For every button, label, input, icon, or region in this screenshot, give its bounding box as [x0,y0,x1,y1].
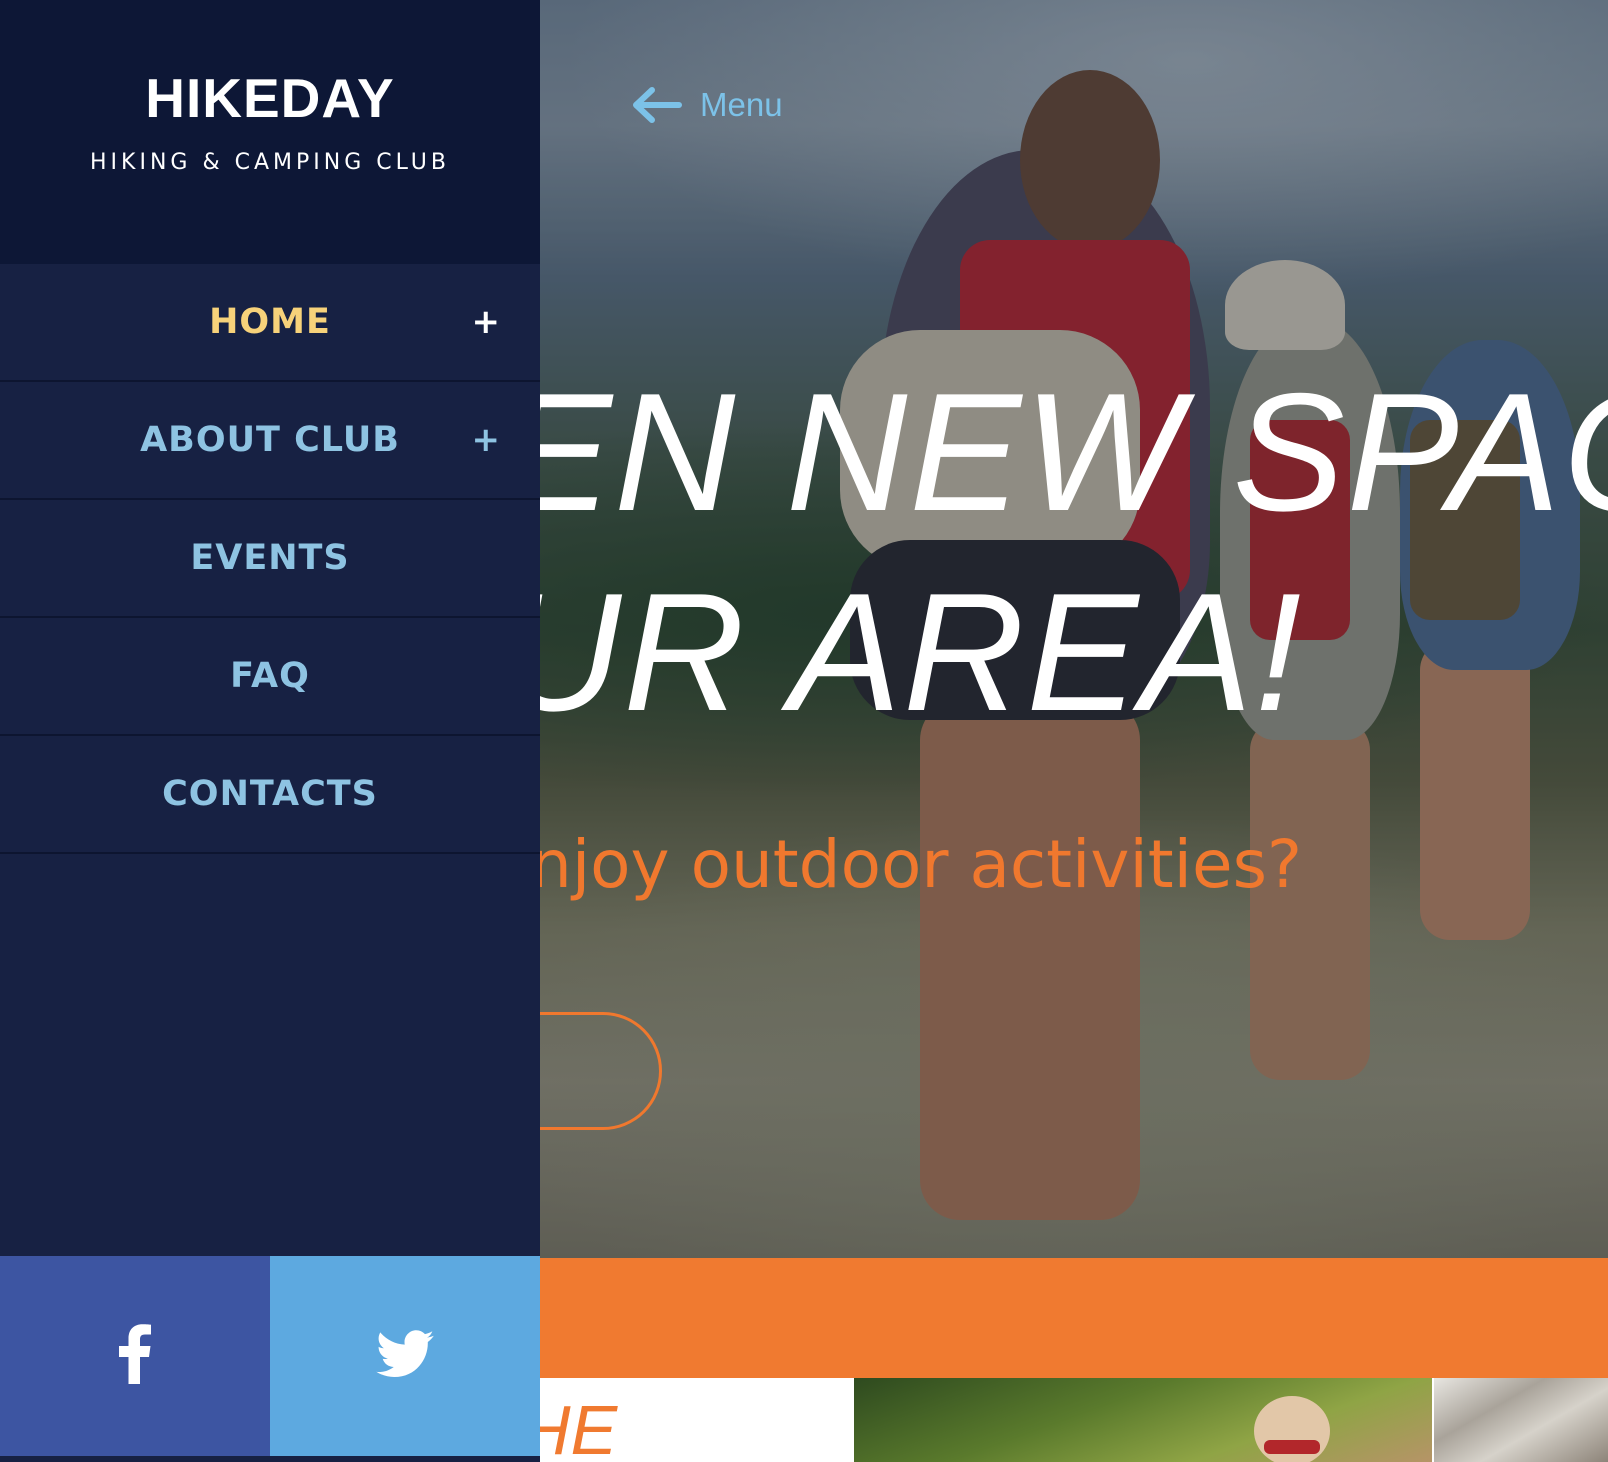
plus-icon[interactable]: + [472,420,501,460]
nav-item-home[interactable]: HOME + [0,264,540,382]
nav-item-faq[interactable]: FAQ [0,618,540,736]
hero-subtitle: njoy outdoor activities? [530,826,1303,903]
menu-label: Menu [700,86,783,123]
plus-icon[interactable]: + [472,302,501,342]
twitter-icon [376,1329,434,1383]
hero-title-line-1: EN NEW SPACE [500,358,1608,546]
brand-tagline: HIKING & CAMPING CLUB [90,150,450,175]
menu-toggle-button[interactable]: Menu [632,86,783,124]
facebook-button[interactable] [0,1256,270,1456]
twitter-button[interactable] [270,1256,540,1456]
social-links [0,1256,540,1456]
brand-logo: HIKEDAY [145,67,395,129]
main-nav: HOME + ABOUT CLUB + EVENTS FAQ CONTACTS [0,264,540,854]
nav-item-label: FAQ [230,656,310,696]
event-thumbnail[interactable] [1434,1378,1608,1462]
nav-item-events[interactable]: EVENTS [0,500,540,618]
brand-header[interactable]: HIKEDAY HIKING & CAMPING CLUB [0,0,540,264]
sidebar-drawer: HIKEDAY HIKING & CAMPING CLUB HOME + ABO… [0,0,540,1462]
hero-title-line-2: UR AREA! [500,558,1304,746]
facebook-icon [117,1323,153,1389]
nav-item-label: CONTACTS [162,774,378,814]
nav-item-label: HOME [209,302,331,342]
nav-item-contacts[interactable]: CONTACTS [0,736,540,854]
hiker-sunglasses [1264,1440,1320,1454]
nav-item-label: EVENTS [190,538,350,578]
arrow-left-icon [632,87,682,123]
nav-item-label: ABOUT CLUB [140,420,400,460]
event-thumbnail[interactable] [854,1378,1432,1462]
nav-item-about-club[interactable]: ABOUT CLUB + [0,382,540,500]
